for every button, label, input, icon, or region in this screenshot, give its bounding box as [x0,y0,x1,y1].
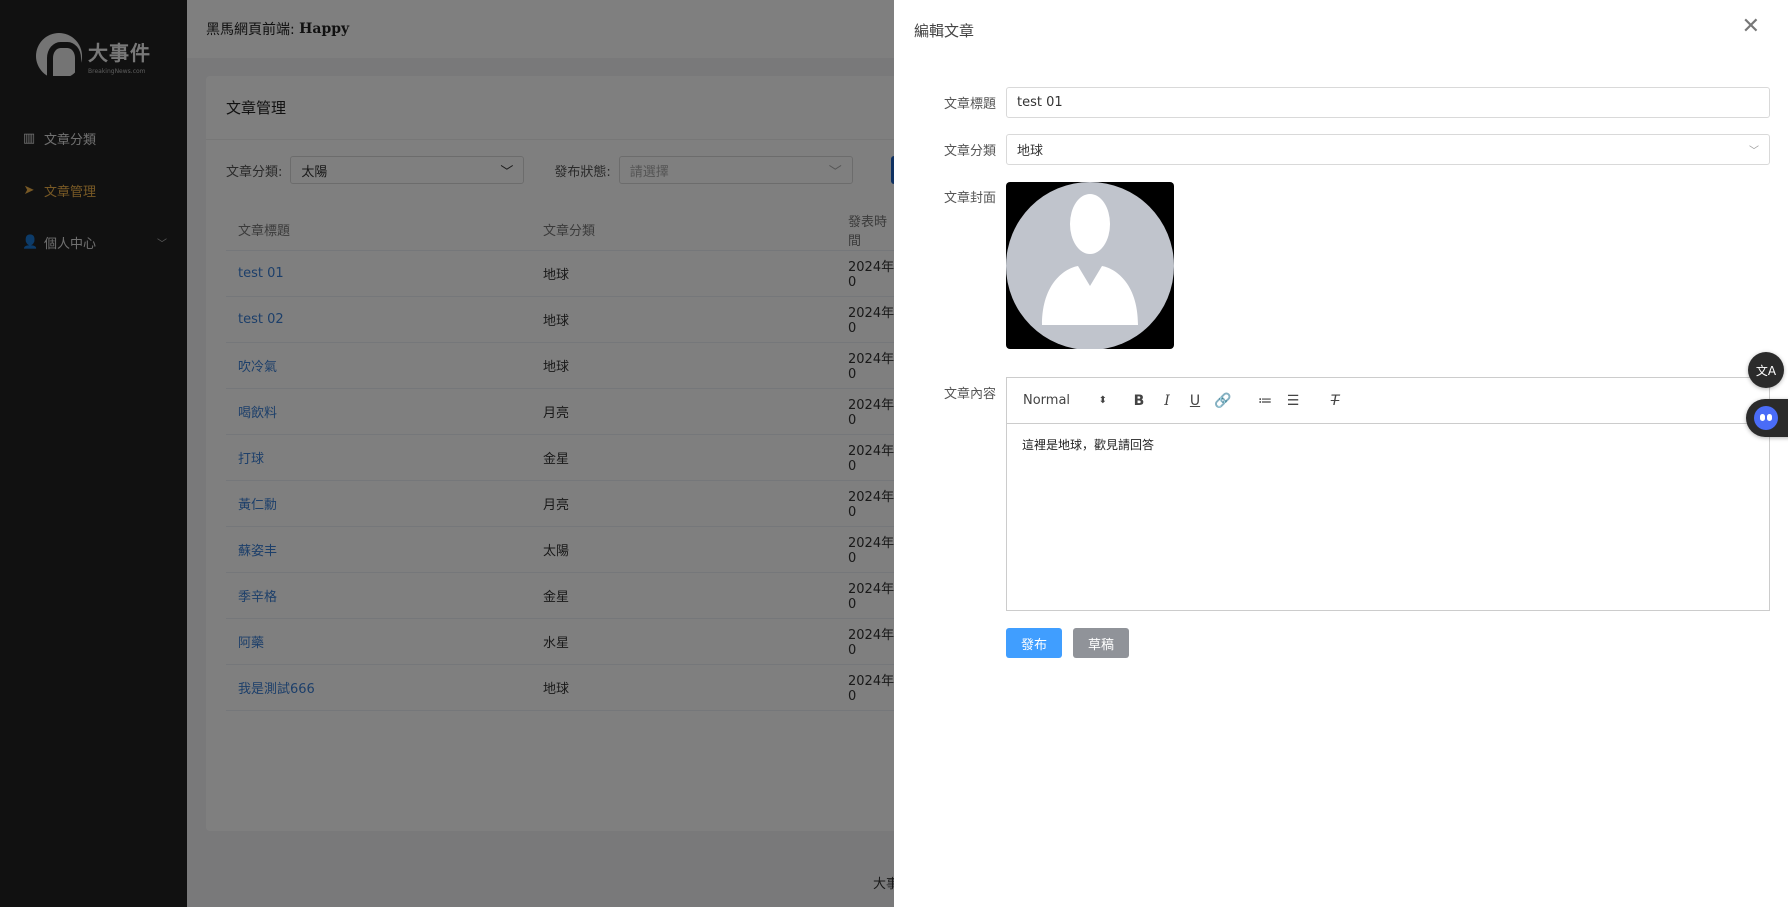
underline-button[interactable]: U [1181,393,1209,409]
draft-button[interactable]: 草稿 [1073,628,1129,658]
rich-text-editor: Normal ⬍ B I U 🔗 ≔ ☰ T 這裡是地球，歡見請回答 [1006,377,1770,611]
avatar-placeholder-icon [1006,182,1174,349]
cover-label: 文章封面 [943,191,996,206]
cover-upload[interactable] [1006,182,1174,349]
editor-toolbar: Normal ⬍ B I U 🔗 ≔ ☰ T [1007,378,1769,424]
category-label: 文章分類 [943,144,996,159]
drawer-title: 編輯文章 [914,22,975,40]
ordered-list-icon[interactable]: ≔ [1251,393,1279,409]
assistant-button[interactable] [1746,399,1788,437]
bot-icon [1754,406,1778,430]
bullet-list-icon[interactable]: ☰ [1279,393,1307,409]
italic-button[interactable]: I [1153,393,1181,409]
close-icon[interactable]: ✕ [1742,16,1760,38]
publish-button[interactable]: 發布 [1006,628,1062,658]
content-label: 文章內容 [943,387,996,402]
editor-text: 這裡是地球，歡見請回答 [1022,438,1155,452]
updown-icon: ⬍ [1098,395,1107,406]
title-input[interactable]: test 01 [1006,87,1770,118]
category-select[interactable]: 地球 ﹀ [1006,134,1770,165]
link-icon[interactable]: 🔗 [1209,393,1237,409]
title-input-value: test 01 [1017,95,1063,110]
clean-format-button[interactable]: T [1321,393,1349,409]
edit-article-drawer: 編輯文章 ✕ 文章標題 test 01 文章分類 地球 ﹀ 文章封面 文章內容 … [894,0,1788,907]
translate-icon[interactable]: 文A [1748,352,1784,388]
format-select[interactable]: Normal ⬍ [1023,393,1107,408]
format-select-value: Normal [1023,393,1071,408]
chevron-down-icon: ﹀ [1749,146,1759,157]
editor-content[interactable]: 這裡是地球，歡見請回答 [1007,424,1769,465]
bold-button[interactable]: B [1125,393,1153,409]
title-label: 文章標題 [943,97,996,112]
category-select-value: 地球 [1017,144,1044,159]
